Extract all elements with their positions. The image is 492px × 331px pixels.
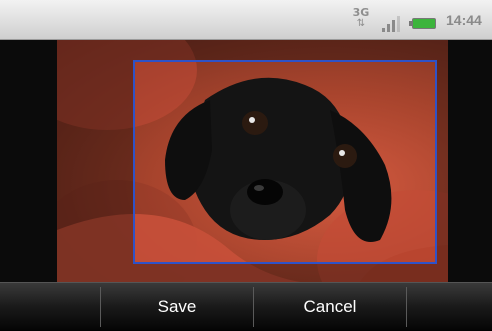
clock: 14:44 (446, 12, 482, 28)
crop-shade-top (133, 40, 437, 60)
image-stage (0, 40, 492, 282)
network-arrows: ⇅ (356, 18, 366, 29)
battery-icon (409, 18, 436, 29)
crop-shade-right (437, 40, 448, 282)
action-bar: Save Cancel (0, 282, 492, 330)
cancel-button[interactable]: Cancel (254, 283, 406, 331)
save-button[interactable]: Save (101, 283, 253, 331)
crop-selection-box[interactable] (133, 60, 437, 264)
network-type: 3G (352, 6, 370, 19)
signal-icon (382, 14, 404, 32)
status-bar: 3G ⇅ 14:44 (0, 0, 492, 40)
divider (406, 287, 407, 327)
network-3g-icon: 3G ⇅ (350, 7, 372, 33)
crop-shade-left (57, 40, 133, 282)
crop-shade-bottom (133, 264, 437, 282)
